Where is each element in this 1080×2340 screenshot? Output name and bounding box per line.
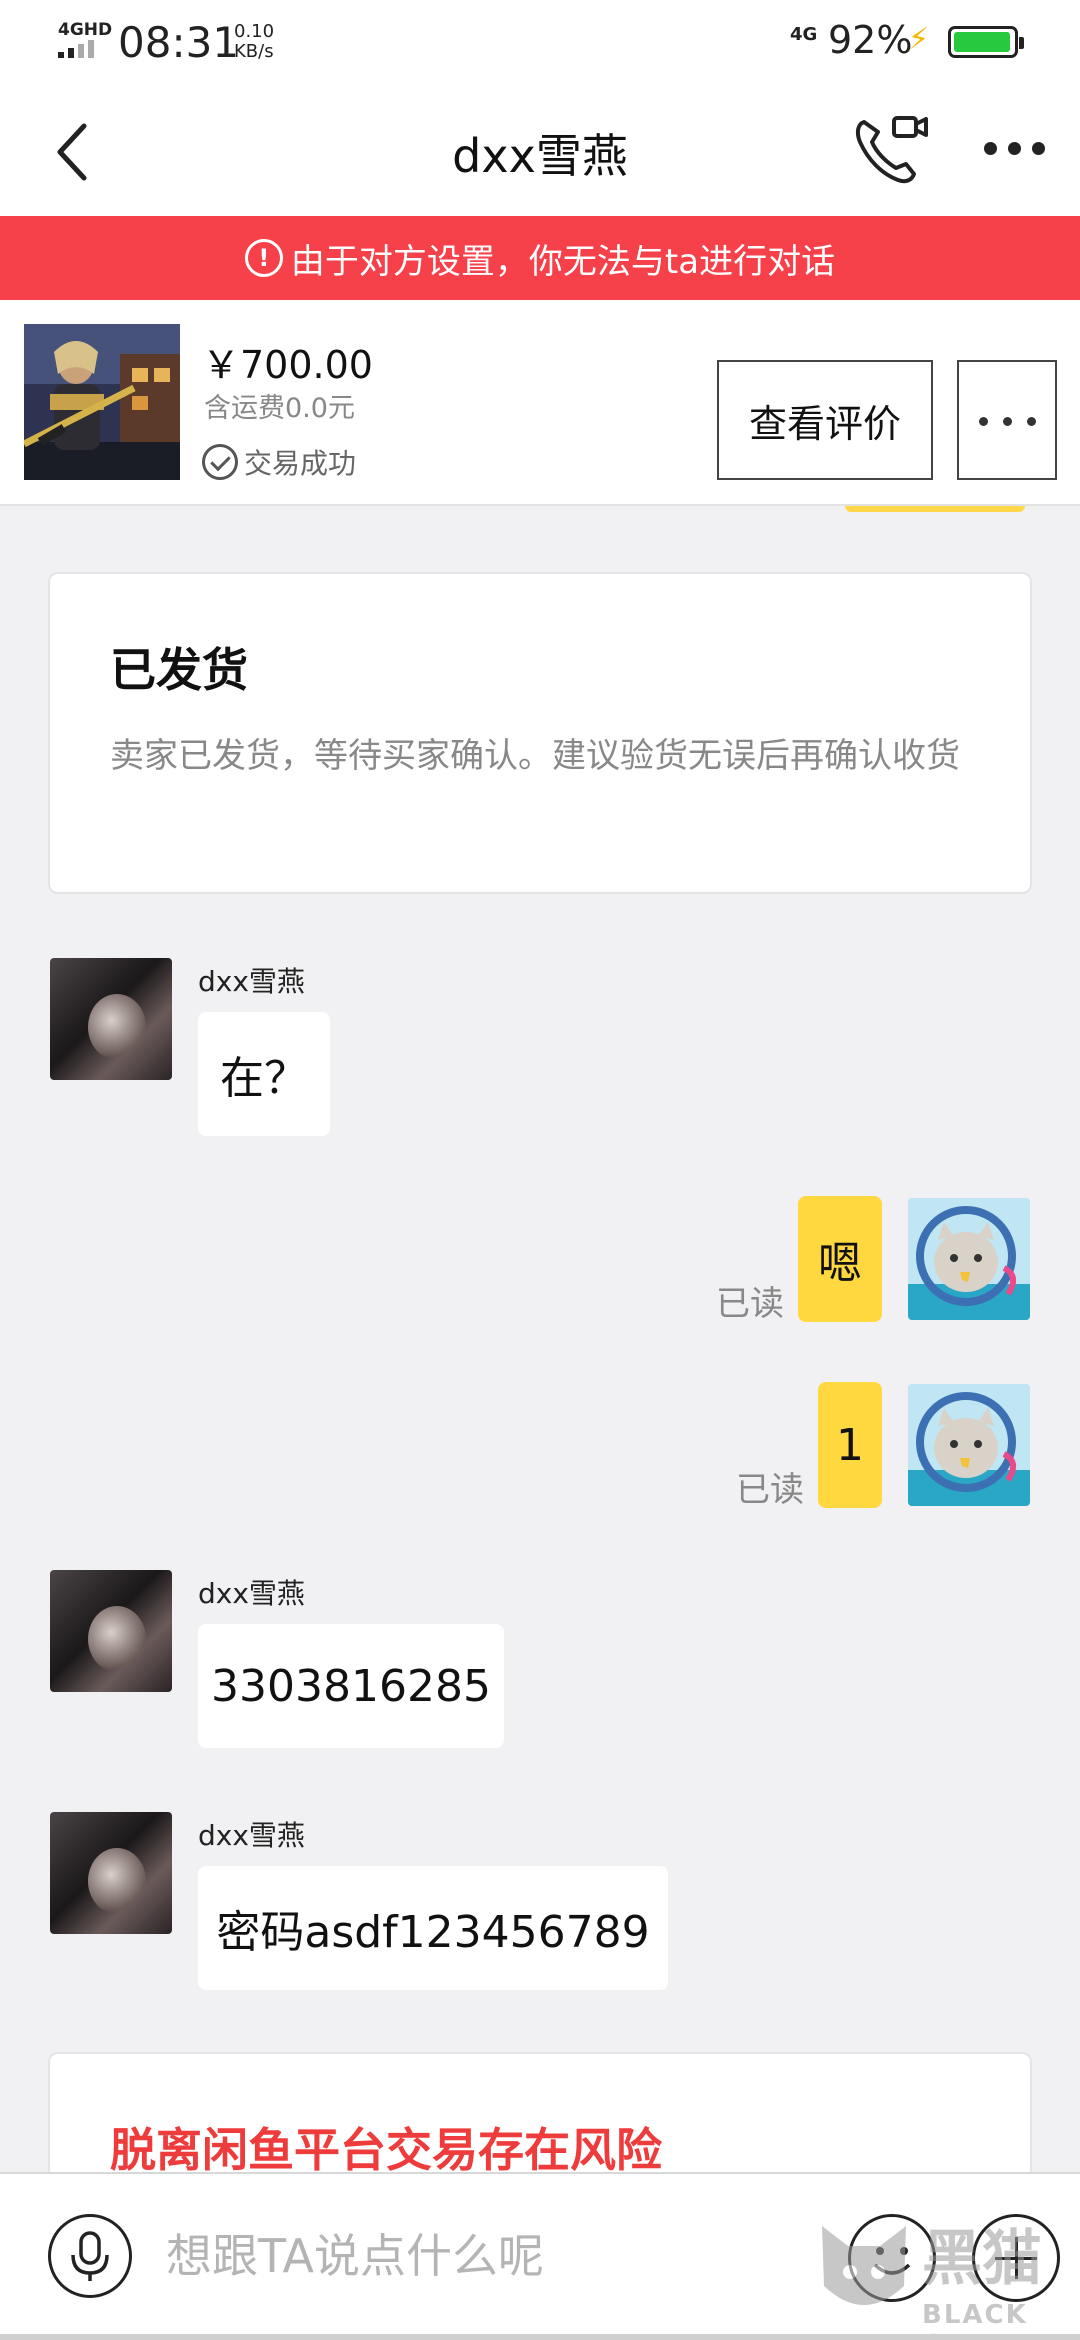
seller-avatar[interactable] <box>50 1812 172 1934</box>
clock: 08:31 <box>118 18 240 67</box>
watermark: 黑猫 BLACK CAT <box>812 2196 1080 2340</box>
more-icon <box>979 417 988 426</box>
mobile-network: 4G <box>790 24 818 45</box>
network-speed: 0.10 KB/s <box>234 22 274 62</box>
product-bar: ￥700.00 含运费0.0元 交易成功 查看评价 <box>0 300 1080 506</box>
product-thumbnail[interactable] <box>24 324 180 480</box>
more-button[interactable] <box>980 128 1050 168</box>
message-bubble[interactable]: 3303816285 <box>198 1624 504 1748</box>
read-receipt: 已读 <box>716 1284 784 1324</box>
sender-name: dxx雪燕 <box>198 1577 305 1610</box>
charging-icon: ⚡ <box>908 22 930 57</box>
video-call-icon <box>855 116 928 184</box>
more-icon <box>984 142 997 155</box>
message-bubble[interactable]: 在？ <box>198 1012 330 1136</box>
watermark-text: 黑猫 <box>922 2224 1042 2294</box>
card-body: 卖家已发货，等待买家确认。建议验货无误后再确认收货 <box>110 736 960 776</box>
seller-avatar[interactable] <box>50 958 172 1080</box>
risk-title: 脱离闲鱼平台交易存在风险 <box>110 2123 662 2177</box>
nav-bar: dxx雪燕 <box>0 84 1080 216</box>
network-type: 4GHD <box>58 20 113 40</box>
message-input[interactable] <box>166 2214 786 2298</box>
black-cat-logo-icon <box>822 2226 906 2305</box>
cat-avatar-icon <box>908 1384 1030 1506</box>
warning-icon: ! <box>244 239 283 277</box>
speed-unit: KB/s <box>234 41 274 62</box>
shipping-fee: 含运费0.0元 <box>204 393 355 424</box>
sender-name: dxx雪燕 <box>198 965 305 998</box>
home-indicator-bar <box>0 2334 1080 2340</box>
status-bar: 4GHD 08:31 0.10 KB/s 4G 92% ⚡ <box>0 0 1080 84</box>
banner-text: 由于对方设置，你无法与ta进行对话 <box>290 241 836 282</box>
battery-percent: 92% <box>828 18 913 62</box>
deal-status-text: 交易成功 <box>244 447 357 480</box>
self-avatar[interactable] <box>908 1384 1030 1506</box>
card-title: 已发货 <box>110 643 248 697</box>
blocked-banner: ! 由于对方设置，你无法与ta进行对话 <box>0 216 1080 300</box>
signal-icon <box>58 40 102 58</box>
self-avatar[interactable] <box>908 1198 1030 1320</box>
video-call-button[interactable] <box>852 114 932 186</box>
voice-button[interactable] <box>48 2214 132 2298</box>
deal-status: 交易成功 <box>202 442 356 482</box>
read-receipt: 已读 <box>736 1470 804 1510</box>
product-more-button[interactable] <box>957 360 1057 480</box>
yellow-strip <box>845 506 1025 512</box>
microphone-icon <box>71 2231 109 2281</box>
battery-icon <box>948 26 1024 58</box>
shipment-status-card: 已发货 卖家已发货，等待买家确认。建议验货无误后再确认收货 <box>48 572 1032 894</box>
speed-value: 0.10 <box>234 21 275 42</box>
seller-avatar[interactable] <box>50 1570 172 1692</box>
cat-avatar-icon <box>908 1198 1030 1320</box>
game-character-image <box>24 324 180 480</box>
sender-name: dxx雪燕 <box>198 1819 305 1852</box>
view-review-button[interactable]: 查看评价 <box>717 360 933 480</box>
message-bubble-self[interactable]: 1 <box>818 1382 882 1508</box>
message-bubble[interactable]: 密码asdf123456789 <box>198 1866 668 1990</box>
product-price: ￥700.00 <box>202 343 373 387</box>
message-bubble-self[interactable]: 嗯 <box>798 1196 882 1322</box>
check-icon <box>202 444 238 480</box>
